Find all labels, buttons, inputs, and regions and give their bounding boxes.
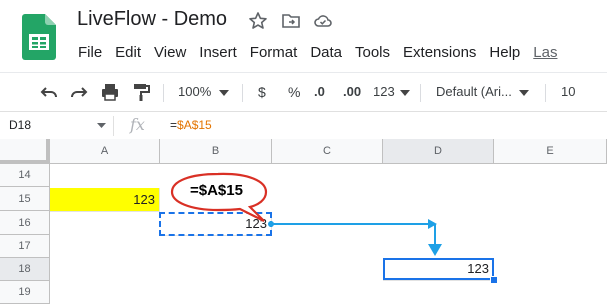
- arrow-head-down: [428, 244, 442, 256]
- callout-text: =$A$15: [190, 182, 243, 199]
- annotation-overlay: [170, 172, 442, 256]
- arrow-start-dot: [268, 221, 274, 227]
